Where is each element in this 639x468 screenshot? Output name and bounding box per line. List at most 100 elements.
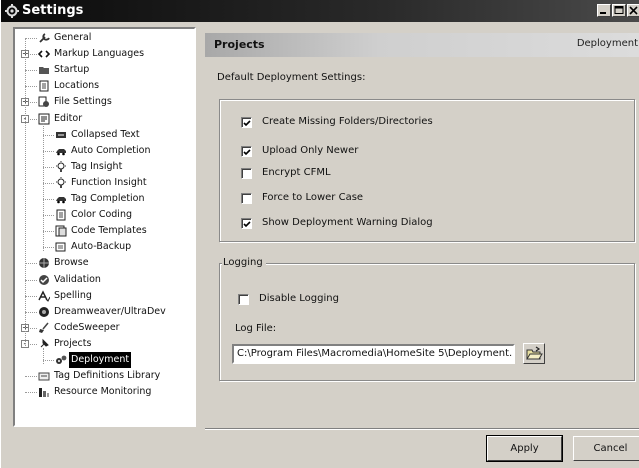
file-settings-icon	[38, 96, 49, 108]
validation-icon	[39, 274, 49, 285]
panel-header: Projects Deployment	[205, 33, 639, 57]
checkbox-box[interactable]	[241, 168, 252, 179]
tree-item-label: Deployment	[69, 352, 132, 368]
tree-item-label: Auto-Backup	[71, 241, 132, 253]
tree-item-label: File Settings	[54, 96, 112, 108]
panel-title: Projects	[214, 38, 265, 51]
minimize-icon	[600, 12, 606, 14]
tree-connector	[43, 150, 54, 152]
checkmark-icon	[243, 221, 251, 228]
broom-icon	[39, 322, 49, 333]
default-settings-label: Default Deployment Settings:	[217, 72, 366, 83]
maximize-icon	[614, 6, 624, 14]
tree-item-label: Projects	[54, 337, 92, 349]
checkbox-box[interactable]	[241, 117, 252, 128]
collapsed-text-icon	[56, 131, 66, 138]
tree-item-label: Tag Insight	[71, 160, 123, 172]
tree-item-label: Function Insight	[71, 176, 147, 188]
tree-item-label: Code Templates	[71, 225, 147, 237]
panel-subtitle: Deployment	[576, 38, 638, 49]
close-icon	[629, 6, 638, 15]
document-icon	[56, 209, 66, 221]
log-file-input[interactable]: C:\Program Files\Macromedia\HomeSite 5\D…	[232, 344, 515, 364]
tree-connector	[43, 182, 54, 184]
editor-icon	[38, 113, 50, 124]
tree-connector	[25, 295, 37, 297]
settings-tree[interactable]: General Markup Languages + Startup Locations…	[13, 27, 196, 427]
tree-vertical-line	[43, 347, 44, 364]
car-icon	[56, 197, 66, 204]
template-icon	[55, 225, 67, 237]
browse-icon	[39, 258, 49, 269]
disable-logging-label: Disable Logging	[259, 293, 339, 304]
tree-item-label: Startup	[54, 64, 90, 76]
tag-brackets-icon	[38, 50, 50, 58]
logging-label: Logging	[222, 257, 266, 268]
tree-connector	[43, 166, 54, 168]
tree-item-label: Resource Monitoring	[54, 386, 152, 398]
folder-icon	[39, 67, 49, 75]
checkbox-box[interactable]	[241, 146, 252, 157]
tree-connector	[25, 376, 37, 378]
disable-logging-box[interactable]	[238, 294, 249, 305]
monitor-icon	[39, 388, 49, 398]
option-label: Create Missing Folders/Directories	[262, 116, 433, 127]
checkbox-box[interactable]	[241, 218, 252, 229]
gears-icon	[56, 355, 67, 364]
tree-vertical-line	[43, 122, 44, 252]
lightbulb-icon	[56, 176, 66, 188]
tree-item-label: Collapsed Text	[71, 128, 140, 140]
option-label: Show Deployment Warning Dialog	[262, 217, 433, 228]
tree-item-label: Spelling	[54, 289, 92, 301]
checkmark-icon	[243, 149, 251, 156]
button-separator	[205, 428, 639, 430]
checkmark-icon	[243, 120, 251, 127]
tree-item-label: Dreamweaver/UltraDev	[54, 305, 166, 317]
tree-item-label: Editor	[54, 112, 83, 124]
tree-vertical-line	[25, 38, 26, 346]
tree-connector	[25, 263, 37, 265]
title-bar[interactable]: Settings	[1, 0, 639, 22]
tree-item-label: Locations	[54, 80, 100, 92]
tree-connector	[25, 70, 37, 72]
tree-connector	[25, 86, 37, 88]
log-file-label: Log File:	[235, 323, 277, 334]
tag-library-icon	[38, 372, 50, 381]
tree-item-label: Browse	[54, 257, 89, 269]
tree-item-label: Markup Languages	[54, 48, 145, 60]
tree-connector	[43, 215, 54, 217]
maximize-button[interactable]	[612, 4, 626, 17]
minimize-button[interactable]	[597, 4, 611, 17]
tree-connector	[25, 38, 37, 39]
tree-connector	[43, 247, 54, 249]
open-folder-icon	[526, 346, 543, 360]
tree-connector	[25, 279, 37, 281]
apply-button[interactable]: Apply	[486, 435, 563, 462]
option-label: Encrypt CFML	[262, 167, 331, 178]
lightbulb-icon	[56, 160, 66, 172]
settings-app-icon	[5, 4, 19, 18]
browse-log-file-button[interactable]	[523, 343, 545, 364]
tree-item-label: Tag Definitions Library	[54, 370, 161, 382]
spelling-icon	[38, 290, 50, 302]
tree-item-label: General	[54, 32, 92, 43]
tree-item-label: Color Coding	[71, 209, 132, 221]
tree-item-label: Auto Completion	[71, 144, 151, 156]
window-title: Settings	[22, 3, 84, 18]
tree-connector	[25, 392, 37, 394]
dreamweaver-icon	[39, 306, 49, 317]
tree-item-label: Validation	[54, 273, 101, 285]
tree-connector	[25, 311, 37, 313]
tree-connector	[43, 231, 54, 233]
close-button[interactable]	[627, 4, 639, 17]
tree-connector	[43, 134, 54, 136]
tree-connector	[43, 360, 54, 361]
tree-connector	[43, 199, 54, 200]
checkbox-box[interactable]	[241, 193, 252, 204]
tree-item-label: Tag Completion	[71, 193, 145, 204]
settings-window: Settings General Markup Languages + Startup…	[0, 0, 639, 468]
option-label: Force to Lower Case	[262, 192, 364, 203]
pin-icon	[40, 338, 49, 348]
backup-icon	[55, 242, 66, 252]
cancel-button[interactable]: Cancel	[573, 436, 639, 461]
